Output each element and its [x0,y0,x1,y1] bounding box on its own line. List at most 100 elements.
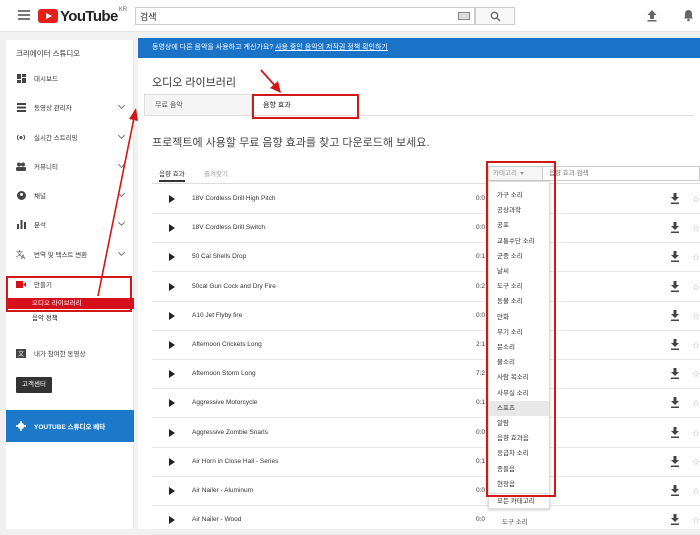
track-row[interactable]: 18V Cordless Drill Switch 0:0 ☆ [152,214,700,244]
chevron-down-icon[interactable] [117,189,126,198]
download-icon[interactable] [670,222,680,234]
upload-icon[interactable] [646,9,658,22]
sidebar-item-contributed-videos[interactable]: 文 내가 참여한 동영상 [6,345,134,361]
download-icon[interactable] [670,368,680,380]
download-icon[interactable] [670,397,680,409]
star-icon[interactable]: ☆ [692,252,700,263]
svg-text:A: A [21,254,26,259]
sidebar-item-dashboard[interactable]: 대시보드 [6,70,134,86]
subtab-sound-effects[interactable]: 음향 효과 [159,168,185,182]
download-icon[interactable] [670,455,680,467]
obscured-category-text: 도구 소리 [502,519,528,526]
music-policy-link[interactable]: 사용 중인 음악의 저작권 정책 확인하기 [275,44,388,51]
play-icon[interactable] [169,487,175,495]
track-duration: 0:1 [476,457,486,465]
music-policy-banner: 동영상에 다른 음악을 사용하고 계신가요? 사용 중인 음악의 저작권 정책 … [138,38,700,58]
subtab-favorites[interactable]: 즐겨찾기 [204,168,228,182]
star-icon[interactable]: ☆ [692,515,700,526]
tab-divider [144,115,694,116]
download-icon[interactable] [670,485,680,496]
sound-effect-search-input[interactable] [543,167,693,180]
search-icon [490,11,501,22]
track-duration: 0:0 [476,428,486,436]
star-icon[interactable]: ☆ [692,311,700,322]
chevron-down-icon[interactable] [117,248,126,257]
play-icon[interactable] [169,457,175,466]
chevron-down-icon[interactable] [117,218,126,227]
sidebar-item-community[interactable]: 커뮤니티 [6,158,134,174]
download-icon[interactable] [670,280,680,292]
play-icon[interactable] [169,311,175,320]
search-input[interactable] [136,8,446,24]
download-icon[interactable] [670,426,680,438]
sidebar-item-video-manager[interactable]: 동영상 관리자 [6,99,134,115]
play-icon[interactable] [169,370,175,379]
track-name: Air Horn in Close Hall - Series [192,457,279,465]
dropdown-item-all-categories[interactable]: 모든 카테고리 [489,495,549,509]
track-row[interactable]: 18V Cordless Drill High Pitch 0:0 ☆ [152,185,700,214]
track-row[interactable]: Air Nailer - Wood 0:0 ☆ [152,506,700,535]
chevron-down-icon[interactable] [117,101,126,110]
track-duration: 0:1 [476,399,486,407]
track-row[interactable]: A10 Jet Flyby fire 0:0 ☆ [152,302,700,331]
track-row[interactable]: Afternoon Crickets Long 2:1 ☆ [152,331,700,360]
top-bar: YouTube KR [0,0,700,32]
keyboard-icon[interactable] [458,12,470,20]
help-center-button[interactable]: 고객센터 [16,377,52,393]
page-title: 오디오 라이브러리 [152,77,237,89]
track-duration: 0:1 [476,253,486,261]
track-row[interactable]: Air Horn in Close Hall - Series 0:1 ☆ [152,448,700,477]
download-icon[interactable] [670,339,680,350]
sidebar-item-translation[interactable]: 文A 번역 및 텍스트 변환 [6,246,134,262]
star-icon[interactable]: ☆ [692,457,700,468]
chevron-down-icon[interactable] [117,160,126,169]
star-icon[interactable]: ☆ [692,223,700,234]
star-icon[interactable]: ☆ [692,486,700,497]
play-icon[interactable] [169,428,175,437]
play-icon[interactable] [169,253,175,262]
sidebar-item-channel[interactable]: 채널 [6,187,134,203]
bell-icon[interactable] [683,9,694,22]
play-icon[interactable] [169,224,175,233]
youtube-logo[interactable]: YouTube KR [38,7,127,25]
download-icon[interactable] [670,251,680,263]
track-name: Aggressive Zombie Snarls [192,428,268,436]
track-row[interactable]: 50 Cal Shells Drop 0:1 ☆ [152,243,700,273]
live-icon [16,132,26,142]
star-icon[interactable]: ☆ [692,369,700,380]
download-icon[interactable] [670,309,680,321]
sound-effect-search [542,166,700,181]
star-icon[interactable]: ☆ [692,194,700,205]
download-icon[interactable] [670,514,680,526]
track-duration: 0:0 [476,311,486,319]
download-icon[interactable] [670,193,680,204]
tab-free-music[interactable]: 무료 음악 [144,94,252,116]
track-row[interactable]: 50cal Gun Cock and Dry Fire 0:2 ☆ [152,273,700,302]
search-box [135,7,475,25]
track-row[interactable]: Air Nailer - Aluminum 0:0 ☆ [152,477,700,506]
studio-beta-button[interactable]: YOUTUBE 스튜디오 베타 [6,410,134,442]
sidebar-item-live[interactable]: 실시간 스트리밍 [6,129,134,145]
play-icon[interactable] [169,341,175,349]
play-icon[interactable] [169,516,175,525]
play-icon[interactable] [169,282,175,291]
star-icon[interactable]: ☆ [692,282,700,293]
chevron-down-icon[interactable] [117,131,126,140]
search-button[interactable] [475,7,515,25]
sidebar-item-analytics[interactable]: 분석 [6,216,134,232]
main-panel: 오디오 라이브러리 무료 음악 음향 효과 프로젝트에 사용할 무료 음향 효과… [138,58,700,535]
track-row[interactable]: Aggressive Motorcycle 0:1 ☆ [152,389,700,419]
play-icon[interactable] [169,195,175,203]
track-name: Air Nailer - Aluminum [192,487,254,494]
track-name: 18V Cordless Drill Switch [192,224,265,232]
menu-icon[interactable] [18,10,30,20]
star-icon[interactable]: ☆ [692,398,700,409]
star-icon[interactable]: ☆ [692,428,700,439]
sidebar-highlight-box [6,276,132,312]
play-icon[interactable] [169,399,175,408]
star-icon[interactable]: ☆ [692,340,700,351]
subnav-music-policy[interactable]: 음악 정책 [6,313,134,324]
track-row[interactable]: Afternoon Storm Long 7:2 ☆ [152,360,700,390]
track-row[interactable]: Aggressive Zombie Snarls 0:0 ☆ [152,419,700,448]
dashboard-icon [16,73,26,83]
